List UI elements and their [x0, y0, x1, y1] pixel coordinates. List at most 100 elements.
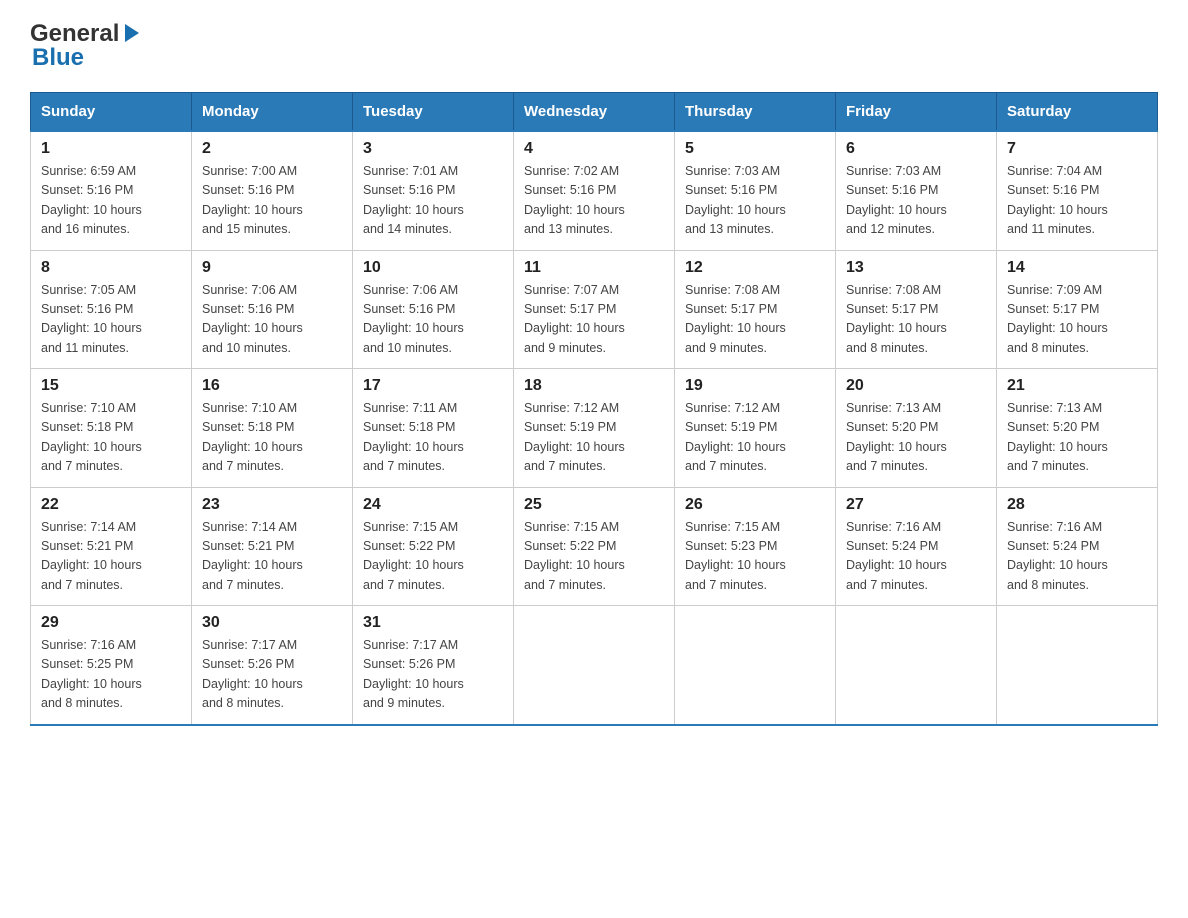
day-number: 8	[41, 259, 181, 277]
logo-blue-text: Blue	[32, 44, 84, 72]
calendar-cell: 1 Sunrise: 6:59 AMSunset: 5:16 PMDayligh…	[31, 131, 192, 250]
calendar-cell: 18 Sunrise: 7:12 AMSunset: 5:19 PMDaylig…	[514, 369, 675, 488]
calendar-cell: 15 Sunrise: 7:10 AMSunset: 5:18 PMDaylig…	[31, 369, 192, 488]
day-info: Sunrise: 6:59 AMSunset: 5:16 PMDaylight:…	[41, 164, 142, 236]
calendar-cell	[514, 606, 675, 725]
logo-arrow-icon	[121, 22, 143, 44]
calendar-cell: 26 Sunrise: 7:15 AMSunset: 5:23 PMDaylig…	[675, 487, 836, 606]
day-number: 31	[363, 614, 503, 632]
day-info: Sunrise: 7:05 AMSunset: 5:16 PMDaylight:…	[41, 283, 142, 355]
day-info: Sunrise: 7:11 AMSunset: 5:18 PMDaylight:…	[363, 401, 464, 473]
day-info: Sunrise: 7:16 AMSunset: 5:25 PMDaylight:…	[41, 638, 142, 710]
week-row-2: 8 Sunrise: 7:05 AMSunset: 5:16 PMDayligh…	[31, 250, 1158, 369]
day-number: 11	[524, 259, 664, 277]
day-number: 24	[363, 496, 503, 514]
day-number: 14	[1007, 259, 1147, 277]
day-info: Sunrise: 7:00 AMSunset: 5:16 PMDaylight:…	[202, 164, 303, 236]
calendar-cell: 3 Sunrise: 7:01 AMSunset: 5:16 PMDayligh…	[353, 131, 514, 250]
calendar-cell: 30 Sunrise: 7:17 AMSunset: 5:26 PMDaylig…	[192, 606, 353, 725]
calendar-cell: 20 Sunrise: 7:13 AMSunset: 5:20 PMDaylig…	[836, 369, 997, 488]
day-number: 2	[202, 140, 342, 158]
calendar-cell: 21 Sunrise: 7:13 AMSunset: 5:20 PMDaylig…	[997, 369, 1158, 488]
week-row-5: 29 Sunrise: 7:16 AMSunset: 5:25 PMDaylig…	[31, 606, 1158, 725]
calendar-cell: 14 Sunrise: 7:09 AMSunset: 5:17 PMDaylig…	[997, 250, 1158, 369]
day-number: 1	[41, 140, 181, 158]
calendar-cell: 12 Sunrise: 7:08 AMSunset: 5:17 PMDaylig…	[675, 250, 836, 369]
day-number: 15	[41, 377, 181, 395]
calendar-table: SundayMondayTuesdayWednesdayThursdayFrid…	[30, 92, 1158, 726]
day-info: Sunrise: 7:12 AMSunset: 5:19 PMDaylight:…	[524, 401, 625, 473]
day-info: Sunrise: 7:02 AMSunset: 5:16 PMDaylight:…	[524, 164, 625, 236]
calendar-cell: 29 Sunrise: 7:16 AMSunset: 5:25 PMDaylig…	[31, 606, 192, 725]
day-number: 27	[846, 496, 986, 514]
day-number: 30	[202, 614, 342, 632]
calendar-cell: 28 Sunrise: 7:16 AMSunset: 5:24 PMDaylig…	[997, 487, 1158, 606]
week-row-1: 1 Sunrise: 6:59 AMSunset: 5:16 PMDayligh…	[31, 131, 1158, 250]
day-number: 3	[363, 140, 503, 158]
day-info: Sunrise: 7:06 AMSunset: 5:16 PMDaylight:…	[202, 283, 303, 355]
day-number: 10	[363, 259, 503, 277]
calendar-cell: 24 Sunrise: 7:15 AMSunset: 5:22 PMDaylig…	[353, 487, 514, 606]
calendar-cell: 10 Sunrise: 7:06 AMSunset: 5:16 PMDaylig…	[353, 250, 514, 369]
header-monday: Monday	[192, 93, 353, 132]
day-number: 6	[846, 140, 986, 158]
calendar-cell	[997, 606, 1158, 725]
week-row-3: 15 Sunrise: 7:10 AMSunset: 5:18 PMDaylig…	[31, 369, 1158, 488]
day-info: Sunrise: 7:16 AMSunset: 5:24 PMDaylight:…	[1007, 520, 1108, 592]
week-row-4: 22 Sunrise: 7:14 AMSunset: 5:21 PMDaylig…	[31, 487, 1158, 606]
header-friday: Friday	[836, 93, 997, 132]
day-number: 7	[1007, 140, 1147, 158]
day-number: 5	[685, 140, 825, 158]
calendar-cell: 22 Sunrise: 7:14 AMSunset: 5:21 PMDaylig…	[31, 487, 192, 606]
day-info: Sunrise: 7:15 AMSunset: 5:22 PMDaylight:…	[524, 520, 625, 592]
header-tuesday: Tuesday	[353, 93, 514, 132]
day-info: Sunrise: 7:13 AMSunset: 5:20 PMDaylight:…	[846, 401, 947, 473]
day-info: Sunrise: 7:08 AMSunset: 5:17 PMDaylight:…	[846, 283, 947, 355]
calendar-cell: 6 Sunrise: 7:03 AMSunset: 5:16 PMDayligh…	[836, 131, 997, 250]
day-info: Sunrise: 7:17 AMSunset: 5:26 PMDaylight:…	[363, 638, 464, 710]
day-info: Sunrise: 7:04 AMSunset: 5:16 PMDaylight:…	[1007, 164, 1108, 236]
calendar-cell	[836, 606, 997, 725]
calendar-cell: 27 Sunrise: 7:16 AMSunset: 5:24 PMDaylig…	[836, 487, 997, 606]
calendar-cell: 31 Sunrise: 7:17 AMSunset: 5:26 PMDaylig…	[353, 606, 514, 725]
day-info: Sunrise: 7:08 AMSunset: 5:17 PMDaylight:…	[685, 283, 786, 355]
day-info: Sunrise: 7:01 AMSunset: 5:16 PMDaylight:…	[363, 164, 464, 236]
day-info: Sunrise: 7:14 AMSunset: 5:21 PMDaylight:…	[41, 520, 142, 592]
day-number: 29	[41, 614, 181, 632]
calendar-header: SundayMondayTuesdayWednesdayThursdayFrid…	[31, 93, 1158, 132]
day-number: 16	[202, 377, 342, 395]
calendar-cell: 9 Sunrise: 7:06 AMSunset: 5:16 PMDayligh…	[192, 250, 353, 369]
header-row: SundayMondayTuesdayWednesdayThursdayFrid…	[31, 93, 1158, 132]
day-info: Sunrise: 7:09 AMSunset: 5:17 PMDaylight:…	[1007, 283, 1108, 355]
calendar-cell: 5 Sunrise: 7:03 AMSunset: 5:16 PMDayligh…	[675, 131, 836, 250]
day-info: Sunrise: 7:12 AMSunset: 5:19 PMDaylight:…	[685, 401, 786, 473]
calendar-body: 1 Sunrise: 6:59 AMSunset: 5:16 PMDayligh…	[31, 131, 1158, 725]
header-thursday: Thursday	[675, 93, 836, 132]
calendar-cell: 2 Sunrise: 7:00 AMSunset: 5:16 PMDayligh…	[192, 131, 353, 250]
calendar-cell: 4 Sunrise: 7:02 AMSunset: 5:16 PMDayligh…	[514, 131, 675, 250]
day-number: 20	[846, 377, 986, 395]
calendar-cell: 23 Sunrise: 7:14 AMSunset: 5:21 PMDaylig…	[192, 487, 353, 606]
calendar-cell: 7 Sunrise: 7:04 AMSunset: 5:16 PMDayligh…	[997, 131, 1158, 250]
day-number: 26	[685, 496, 825, 514]
day-number: 17	[363, 377, 503, 395]
calendar-cell: 8 Sunrise: 7:05 AMSunset: 5:16 PMDayligh…	[31, 250, 192, 369]
day-number: 13	[846, 259, 986, 277]
day-info: Sunrise: 7:06 AMSunset: 5:16 PMDaylight:…	[363, 283, 464, 355]
day-info: Sunrise: 7:15 AMSunset: 5:23 PMDaylight:…	[685, 520, 786, 592]
calendar-cell: 19 Sunrise: 7:12 AMSunset: 5:19 PMDaylig…	[675, 369, 836, 488]
day-number: 18	[524, 377, 664, 395]
calendar-cell: 13 Sunrise: 7:08 AMSunset: 5:17 PMDaylig…	[836, 250, 997, 369]
day-number: 25	[524, 496, 664, 514]
day-info: Sunrise: 7:13 AMSunset: 5:20 PMDaylight:…	[1007, 401, 1108, 473]
calendar-cell	[675, 606, 836, 725]
day-info: Sunrise: 7:10 AMSunset: 5:18 PMDaylight:…	[202, 401, 303, 473]
day-info: Sunrise: 7:10 AMSunset: 5:18 PMDaylight:…	[41, 401, 142, 473]
day-info: Sunrise: 7:07 AMSunset: 5:17 PMDaylight:…	[524, 283, 625, 355]
page-header: General Blue	[30, 20, 1158, 72]
header-saturday: Saturday	[997, 93, 1158, 132]
day-info: Sunrise: 7:03 AMSunset: 5:16 PMDaylight:…	[685, 164, 786, 236]
day-info: Sunrise: 7:15 AMSunset: 5:22 PMDaylight:…	[363, 520, 464, 592]
logo: General Blue	[30, 20, 143, 72]
day-number: 4	[524, 140, 664, 158]
